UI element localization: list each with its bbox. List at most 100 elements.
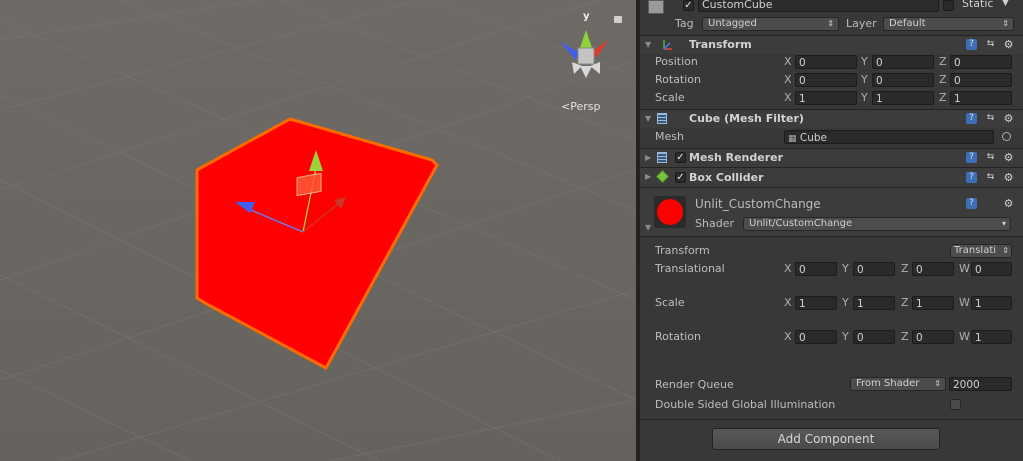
preset-icon[interactable]: ⇆ [985, 172, 996, 183]
layer-dropdown[interactable]: Default ⇕ [883, 17, 1014, 31]
mesh-renderer-title: Mesh Renderer [689, 151, 784, 164]
transform-header[interactable]: ▼ Transform ? ⇆ ⚙ [640, 36, 1023, 54]
box-collider-enabled-checkbox[interactable]: ✓ [675, 172, 686, 183]
scale-y-field[interactable]: 1 [872, 91, 934, 105]
dropdown-arrow-icon: ▾ [1001, 219, 1006, 228]
mesh-value: Cube [799, 132, 827, 144]
settings-gear-icon[interactable]: ⚙ [1003, 172, 1014, 183]
foldout-arrow-icon[interactable]: ▼ [645, 40, 651, 49]
help-icon[interactable]: ? [966, 113, 977, 124]
settings-gear-icon[interactable]: ⚙ [1003, 152, 1014, 163]
static-checkbox[interactable] [943, 0, 954, 11]
help-icon[interactable]: ? [966, 39, 977, 50]
mesh-renderer-enabled-checkbox[interactable]: ✓ [675, 152, 686, 163]
translational-w-field[interactable]: 0 [971, 262, 1012, 276]
axis-y-label: Y [842, 296, 849, 309]
render-queue-mode-dropdown[interactable]: From Shader ⇕ [850, 377, 946, 391]
scene-canvas[interactable] [0, 0, 636, 461]
shader-value: Unlit/CustomChange [749, 218, 853, 229]
static-label: Static [962, 0, 994, 10]
settings-gear-icon[interactable]: ⚙ [1003, 198, 1014, 209]
add-component-button[interactable]: Add Component [712, 428, 940, 450]
rotation-vec-z-field[interactable]: 0 [912, 330, 954, 344]
dropdown-arrow-icon: ⇕ [934, 379, 941, 388]
axis-w-label: W [959, 330, 970, 343]
mesh-object-field[interactable]: ▦ Cube [784, 130, 994, 144]
transform-mode-dropdown[interactable]: Translati ⇕ [950, 244, 1012, 258]
settings-gear-icon[interactable]: ⚙ [1003, 113, 1014, 124]
object-name-field[interactable]: CustomCube [698, 0, 939, 12]
material-header[interactable]: ▼ Unlit_CustomChange ? ⚙ Shader Unlit/Cu… [640, 188, 1023, 236]
mesh-renderer-icon [657, 152, 667, 163]
foldout-arrow-icon[interactable]: ▶ [645, 153, 651, 162]
preset-icon[interactable]: ⇆ [985, 39, 996, 50]
position-z-field[interactable]: 0 [950, 55, 1012, 69]
position-x-field[interactable]: 0 [795, 55, 857, 69]
dropdown-arrow-icon: ⇕ [1002, 19, 1009, 28]
scene-view[interactable]: y <Persp [0, 0, 636, 461]
add-component-label: Add Component [777, 432, 875, 446]
mesh-renderer-header[interactable]: ▶ ✓ Mesh Renderer ? ⇆ ⚙ [640, 149, 1023, 167]
tag-label: Tag [675, 17, 694, 30]
active-checkbox[interactable]: ✓ [683, 0, 694, 11]
translational-z-field[interactable]: 0 [912, 262, 954, 276]
scale-vec-x-field[interactable]: 1 [795, 296, 837, 310]
box-collider-header[interactable]: ▶ ✓ Box Collider ? ⇆ ⚙ [640, 168, 1023, 187]
scale-vec-z-field[interactable]: 1 [912, 296, 954, 310]
rotation-z-field[interactable]: 0 [950, 73, 1012, 87]
rotation-x-field[interactable]: 0 [795, 73, 857, 87]
lock-icon[interactable] [614, 16, 622, 23]
box-collider-title: Box Collider [689, 171, 764, 184]
static-dropdown-arrow[interactable]: ▼ [1002, 0, 1009, 8]
axis-z-label: Z [901, 262, 909, 275]
perspective-label: Persp [570, 100, 601, 113]
axis-y-label: Y [861, 73, 868, 86]
axis-w-label: W [959, 296, 970, 309]
rotation-y-field[interactable]: 0 [872, 73, 934, 87]
transform-row-label: Position [655, 55, 698, 68]
render-queue-mode-value: From Shader [856, 378, 920, 389]
preset-icon[interactable]: ⇆ [985, 113, 996, 124]
mesh-filter-header[interactable]: ▼ Cube (Mesh Filter) ? ⇆ ⚙ [640, 110, 1023, 128]
position-y-field[interactable]: 0 [872, 55, 934, 69]
axis-y-label: Y [842, 262, 849, 275]
rotation-vec-x-field[interactable]: 0 [795, 330, 837, 344]
help-icon[interactable]: ? [966, 152, 977, 163]
divider [640, 236, 1023, 237]
layer-value: Default [889, 18, 926, 29]
settings-gear-icon[interactable]: ⚙ [1003, 39, 1014, 50]
scale-vec-w-field[interactable]: 1 [971, 296, 1012, 310]
inspector-panel: ✓ CustomCube Static ▼ Tag Untagged ⇕ Laye… [640, 0, 1023, 461]
render-queue-value-field[interactable]: 2000 [949, 377, 1012, 391]
help-icon[interactable]: ? [966, 198, 977, 209]
rotation-vec-y-field[interactable]: 0 [853, 330, 895, 344]
translational-y-field[interactable]: 0 [853, 262, 895, 276]
rotation-vec-w-field[interactable]: 1 [971, 330, 1012, 344]
shader-label: Shader [695, 217, 734, 230]
foldout-arrow-icon[interactable]: ▼ [645, 223, 651, 232]
perspective-toggle[interactable]: <Persp [561, 100, 600, 113]
gizmo-y-label: y [583, 11, 590, 22]
transform-icon [662, 39, 673, 50]
transform-row-label: Rotation [655, 73, 702, 86]
dropdown-arrow-icon: ⇕ [827, 19, 834, 28]
dsgi-label: Double Sided Global Illumination [655, 398, 836, 411]
scale-z-field[interactable]: 1 [950, 91, 1012, 105]
help-icon[interactable]: ? [966, 172, 977, 183]
axis-z-label: Z [939, 91, 947, 104]
translational-x-field[interactable]: 0 [795, 262, 837, 276]
dsgi-checkbox[interactable] [950, 399, 961, 410]
foldout-arrow-icon[interactable]: ▼ [645, 114, 651, 123]
perspective-icon: < [561, 100, 571, 113]
axis-x-label: X [784, 296, 792, 309]
tag-dropdown[interactable]: Untagged ⇕ [702, 17, 839, 31]
gameobject-icon [648, 0, 664, 14]
preset-icon[interactable]: ⇆ [985, 152, 996, 163]
mesh-filter-icon [657, 113, 667, 124]
scale-vec-y-field[interactable]: 1 [853, 296, 895, 310]
shader-dropdown[interactable]: Unlit/CustomChange ▾ [743, 217, 1011, 231]
object-picker-icon[interactable] [1002, 132, 1011, 141]
scale-x-field[interactable]: 1 [795, 91, 857, 105]
foldout-arrow-icon[interactable]: ▶ [645, 172, 651, 181]
vector-label: Scale [655, 296, 685, 309]
